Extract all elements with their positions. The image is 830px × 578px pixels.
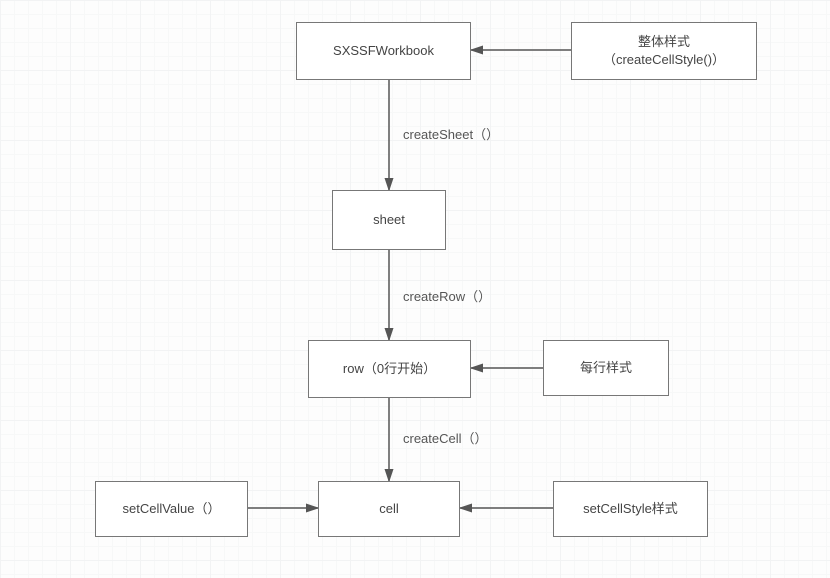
- edge-label-create-row: createRow（）: [403, 286, 491, 305]
- node-sheet: sheet: [332, 190, 446, 250]
- node-set-cell-style: setCellStyle样式: [553, 481, 708, 537]
- node-row: row（0行开始）: [308, 340, 471, 398]
- edge-label-create-sheet: createSheet（）: [403, 124, 499, 143]
- node-workbook-style: 整体样式 （createCellStyle()）: [571, 22, 757, 80]
- node-set-cell-value: setCellValue（）: [95, 481, 248, 537]
- node-sxssf-workbook: SXSSFWorkbook: [296, 22, 471, 80]
- diagram-canvas: SXSSFWorkbook 整体样式 （createCellStyle()） s…: [0, 0, 830, 578]
- edge-label-create-cell: createCell（）: [403, 428, 488, 447]
- node-row-style: 每行样式: [543, 340, 669, 396]
- node-cell: cell: [318, 481, 460, 537]
